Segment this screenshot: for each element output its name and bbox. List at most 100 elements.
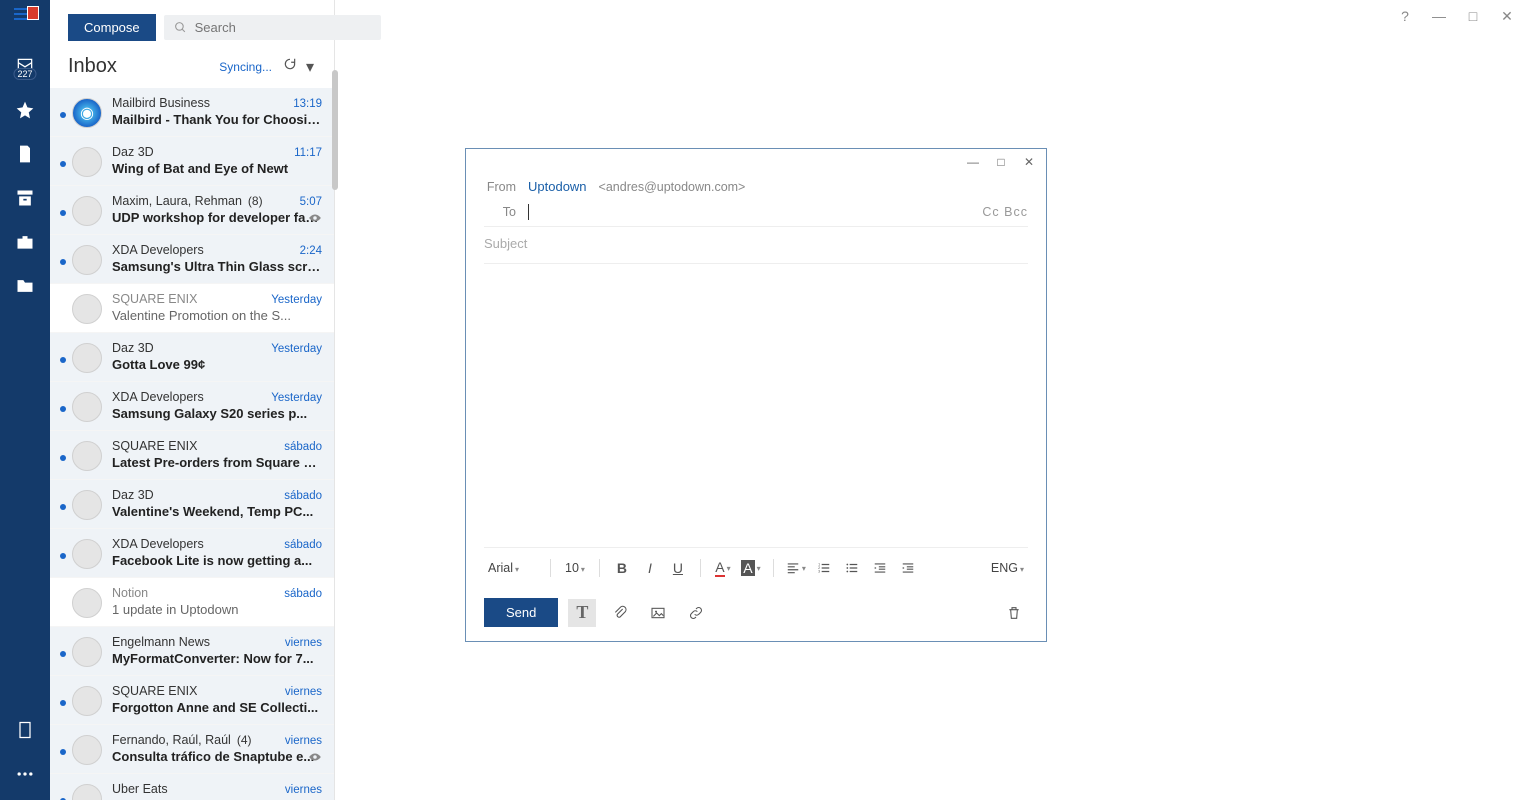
rail-file-icon[interactable] [13,142,37,166]
sender-avatar [72,490,102,520]
sender-avatar [72,441,102,471]
cc-bcc-toggle[interactable]: Cc Bcc [982,205,1028,219]
rail-briefcase-icon[interactable] [13,230,37,254]
highlight-button[interactable]: A [739,556,763,580]
message-time: sábado [284,588,322,600]
folder-dropdown-icon[interactable]: ▾ [300,57,320,77]
sync-status: Syncing... [219,60,272,74]
mail-item[interactable]: Maxim, Laura, Rehman(8)5:07UDP workshop … [50,186,334,235]
message-subject: UDP workshop for developer facin... [112,210,322,225]
compose-maximize-icon[interactable]: □ [994,155,1008,169]
message-time: 2:24 [300,245,322,257]
maximize-button[interactable]: □ [1465,8,1481,25]
help-button[interactable]: ? [1397,8,1413,25]
from-name[interactable]: Uptodown [528,179,587,194]
rail-star-icon[interactable] [13,98,37,122]
rail-archive-icon[interactable] [13,186,37,210]
message-time: viernes [285,686,322,698]
rail-folder-icon[interactable] [13,274,37,298]
message-time: sábado [284,490,322,502]
rail-mail-icon[interactable]: 227 [13,54,37,78]
message-list-panel: Compose Inbox Syncing... ▾ ◉Mailbird Bus… [50,0,335,800]
sender-name: SQUARE ENIX [112,292,197,306]
discard-icon[interactable] [1000,599,1028,627]
sender-avatar [72,539,102,569]
insert-image-icon[interactable] [644,599,672,627]
mail-item[interactable]: XDA DeveloperssábadoFacebook Lite is now… [50,529,334,578]
app-logo [14,6,36,28]
read-receipt-icon [308,212,322,226]
message-time: 11:17 [294,147,322,159]
mail-item[interactable]: Engelmann NewsviernesMyFormatConverter: … [50,627,334,676]
compose-button[interactable]: Compose [68,14,156,41]
unread-count-badge: 227 [13,68,36,80]
search-input[interactable] [195,20,371,35]
mail-item[interactable]: Daz 3D11:17Wing of Bat and Eye of Newt [50,137,334,186]
mail-item[interactable]: XDA Developers2:24Samsung's Ultra Thin G… [50,235,334,284]
sender-avatar [72,637,102,667]
minimize-button[interactable]: — [1431,8,1447,25]
send-button[interactable]: Send [484,598,558,627]
unread-dot [60,308,66,314]
mail-item[interactable]: SQUARE ENIXsábadoLatest Pre-orders from … [50,431,334,480]
unread-dot [60,357,66,363]
subject-input[interactable] [484,236,1028,251]
message-subject: Forgotton Anne and SE Collecti... [112,700,322,715]
outdent-button[interactable] [868,556,892,580]
mail-item[interactable]: SQUARE ENIXYesterdayValentine Promotion … [50,284,334,333]
compose-close-icon[interactable]: ✕ [1022,155,1036,169]
message-time: Yesterday [271,294,322,306]
to-input[interactable] [528,204,970,220]
rail-more-icon[interactable] [13,762,37,786]
mail-item[interactable]: Daz 3DYesterdayGotta Love 99¢ [50,333,334,382]
attach-icon[interactable] [606,599,634,627]
sender-avatar [72,588,102,618]
from-address: <andres@uptodown.com> [599,180,746,194]
unread-dot [60,504,66,510]
mail-item[interactable]: Fernando, Raúl, Raúl(4)viernesConsulta t… [50,725,334,774]
text-format-toggle-icon[interactable]: T [568,599,596,627]
to-label: To [484,205,516,219]
mail-item[interactable]: Uber Eatsviernes90% de regalo hasta el d… [50,774,334,800]
underline-button[interactable]: U [666,556,690,580]
rail-note-icon[interactable] [13,718,37,742]
search-box[interactable] [164,15,381,40]
close-button[interactable]: ✕ [1499,8,1515,25]
unread-dot [60,749,66,755]
message-time: sábado [284,539,322,551]
from-label: From [484,180,516,194]
scrollbar[interactable] [332,70,338,190]
insert-link-icon[interactable] [682,599,710,627]
bullet-list-button[interactable] [840,556,864,580]
bold-button[interactable]: B [610,556,634,580]
refresh-icon[interactable] [280,57,300,76]
sender-avatar [72,392,102,422]
language-select[interactable]: ENG [987,559,1028,577]
nav-rail: 227 [0,0,50,800]
sender-name: SQUARE ENIX [112,439,197,453]
mail-item[interactable]: SQUARE ENIX viernes Forgotton Anne and SE … [50,676,334,725]
align-button[interactable] [784,556,808,580]
mail-item[interactable]: XDA DevelopersYesterdaySamsung Galaxy S2… [50,382,334,431]
numbered-list-button[interactable]: 123 [812,556,836,580]
unread-dot [60,259,66,265]
mail-item[interactable]: Notionsábado1 update in Uptodown [50,578,334,627]
font-size-select[interactable]: 10 [561,559,589,577]
font-color-button[interactable]: A [711,556,735,580]
sender-avatar [72,343,102,373]
message-subject: Gotta Love 99¢ [112,357,322,372]
compose-body[interactable] [466,264,1046,547]
font-select[interactable]: Arial [484,559,540,577]
unread-dot [60,553,66,559]
indent-button[interactable] [896,556,920,580]
sender-name: Maxim, Laura, Rehman [112,194,242,208]
folder-title: Inbox [68,55,219,78]
message-time: 13:19 [293,98,322,110]
mail-item[interactable]: ◉Mailbird Business13:19Mailbird - Thank … [50,88,334,137]
italic-button[interactable]: I [638,556,662,580]
message-subject: Mailbird - Thank You for Choosin... [112,112,322,127]
compose-minimize-icon[interactable]: — [966,155,980,169]
sender-name: SQUARE ENIX [112,684,197,698]
message-time: 5:07 [300,196,322,208]
mail-item[interactable]: Daz 3DsábadoValentine's Weekend, Temp PC… [50,480,334,529]
